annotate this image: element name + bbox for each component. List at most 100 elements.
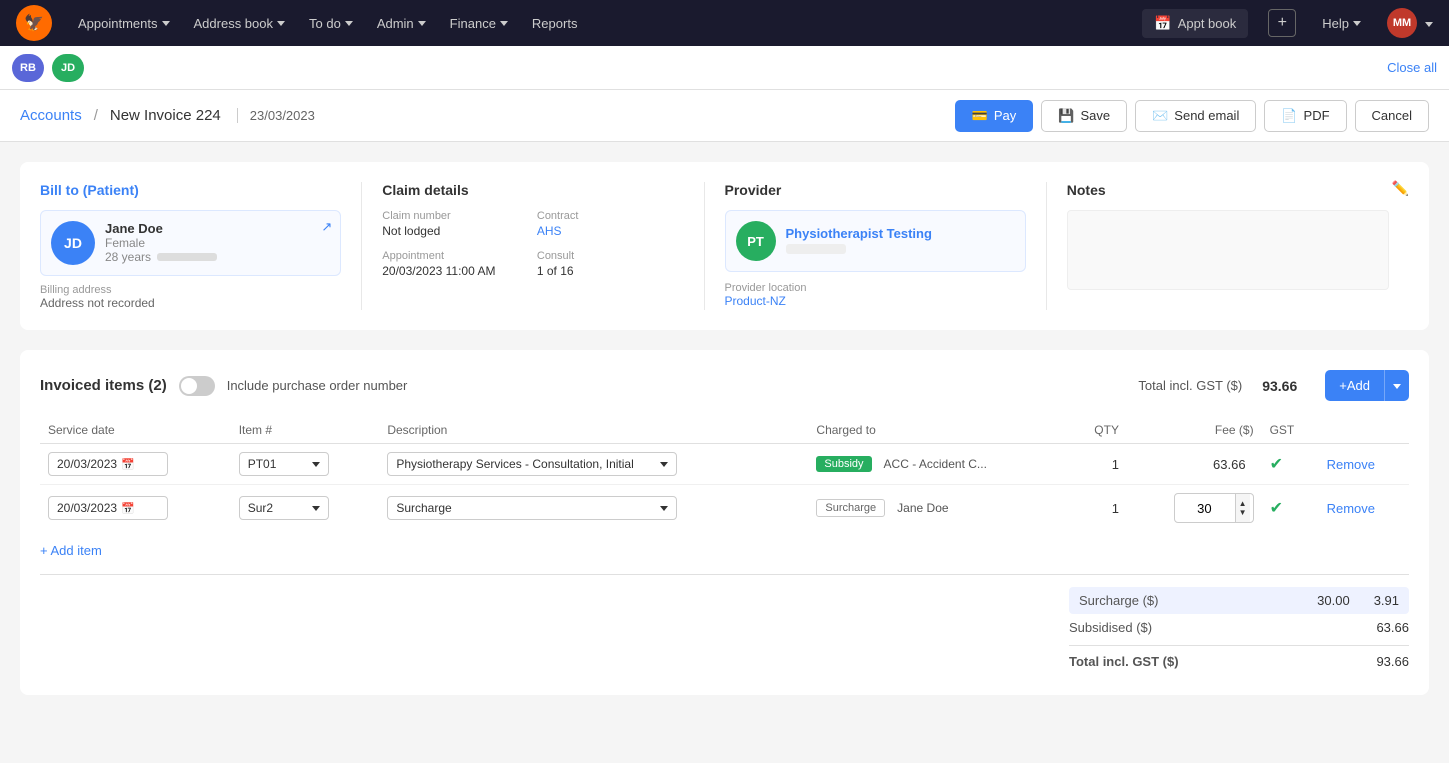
add-item-button[interactable]: + Add item (40, 543, 1409, 558)
chevron-down-icon (345, 21, 353, 26)
tab-jd[interactable]: JD (52, 54, 84, 82)
col-fee: Fee ($) (1127, 417, 1262, 444)
nav-reports[interactable]: Reports (522, 10, 588, 37)
total-label: Total incl. GST ($) (1138, 378, 1242, 393)
remove-button-2[interactable]: Remove (1327, 501, 1375, 516)
main-content: Bill to (Patient) JD Jane Doe Female 28 … (0, 142, 1449, 763)
breadcrumb-separator: / (94, 107, 98, 124)
provider-avatar: PT (736, 221, 776, 261)
qty-2: 1 (1070, 485, 1127, 532)
chevron-down-icon (162, 21, 170, 26)
user-menu-chevron[interactable] (1425, 16, 1433, 31)
item-code-select-1[interactable]: PT01 (239, 452, 329, 476)
nav-appointments[interactable]: Appointments (68, 10, 180, 37)
service-date-input-1[interactable]: 20/03/2023 📅 (48, 452, 168, 476)
total-value: 93.66 (1262, 378, 1297, 394)
surcharge-summary-value: 30.00 (1317, 593, 1350, 608)
info-grid: Bill to (Patient) JD Jane Doe Female 28 … (40, 182, 1409, 310)
consult-field: Consult 1 of 16 (537, 250, 684, 278)
patient-dob (157, 253, 217, 261)
patient-name: Jane Doe (105, 221, 330, 236)
notes-content[interactable] (1067, 210, 1389, 290)
appointment-field: Appointment 20/03/2023 11:00 AM (382, 250, 529, 278)
qty-1: 1 (1070, 444, 1127, 485)
cancel-button[interactable]: Cancel (1355, 100, 1429, 132)
col-description: Description (379, 417, 808, 444)
charged-to-2: Jane Doe (897, 501, 948, 515)
calendar-icon: 📅 (121, 458, 135, 471)
col-item-hash: Item # (231, 417, 380, 444)
remove-button-1[interactable]: Remove (1327, 457, 1375, 472)
logo[interactable]: 🦅 (16, 5, 52, 41)
subsidised-summary-row: Subsidised ($) 63.66 (1069, 614, 1409, 641)
provider-name: Physiotherapist Testing (786, 226, 932, 241)
claim-details-section: Claim details Claim number Not lodged Co… (382, 182, 704, 310)
chevron-down-icon (277, 21, 285, 26)
items-header: Invoiced items (2) Include purchase orde… (40, 370, 1409, 401)
page-header: Accounts / New Invoice 224 23/03/2023 💳 … (0, 90, 1449, 142)
save-button[interactable]: 💾 Save (1041, 100, 1127, 132)
items-title: Invoiced items (2) (40, 377, 167, 394)
add-dropdown-button[interactable] (1384, 370, 1409, 401)
notes-title: Notes (1067, 182, 1389, 198)
chevron-down-icon (1425, 22, 1433, 27)
add-button[interactable]: + Add (1325, 370, 1384, 401)
total-summary-row: Total incl. GST ($) 93.66 (1069, 645, 1409, 675)
surcharge-gst-value: 3.91 (1374, 593, 1399, 608)
billing-address-label: Billing address (40, 284, 341, 296)
chevron-down-icon (660, 506, 668, 511)
provider-location-label: Provider location (725, 282, 1026, 294)
pdf-button[interactable]: 📄 PDF (1264, 100, 1346, 132)
purchase-order-label: Include purchase order number (227, 378, 408, 393)
fee-decrement-2[interactable]: ▼ (1236, 508, 1250, 517)
bill-to-title: Bill to (Patient) (40, 182, 341, 198)
notes-edit-icon[interactable]: ✏️ (1392, 180, 1409, 197)
save-icon: 💾 (1058, 108, 1074, 124)
breadcrumb-accounts[interactable]: Accounts (20, 107, 82, 124)
contract-field: Contract AHS (537, 210, 684, 238)
summary-section: Surcharge ($) 30.00 3.91 Subsidised ($) … (1069, 587, 1409, 675)
page-title: New Invoice 224 (110, 107, 221, 124)
external-link-icon[interactable]: ↗ (321, 219, 332, 235)
fee-increment-2[interactable]: ▲ (1236, 499, 1250, 508)
plus-icon: + (1339, 378, 1347, 393)
table-row: 20/03/2023 📅 Sur2 Surcharge (40, 485, 1409, 532)
tab-rb[interactable]: RB (12, 54, 44, 82)
col-qty: QTY (1070, 417, 1127, 444)
add-button-group: + Add (1325, 370, 1409, 401)
item-code-select-2[interactable]: Sur2 (239, 496, 329, 520)
chevron-down-icon (418, 21, 426, 26)
fee-input-2[interactable] (1175, 497, 1235, 520)
claim-number-value: Not lodged (382, 224, 529, 238)
claim-fields: Claim number Not lodged Contract AHS App… (382, 210, 683, 278)
purchase-order-toggle[interactable] (179, 376, 215, 396)
new-item-button[interactable]: + (1268, 9, 1296, 37)
provider-section: Provider PT Physiotherapist Testing Prov… (725, 182, 1047, 310)
billing-address-value: Address not recorded (40, 296, 341, 310)
nav-address-book[interactable]: Address book (184, 10, 296, 37)
description-select-2[interactable]: Surcharge (387, 496, 677, 520)
gst-check-icon-2: ✔ (1270, 500, 1283, 517)
send-email-button[interactable]: ✉️ Send email (1135, 100, 1256, 132)
description-select-1[interactable]: Physiotherapy Services - Consultation, I… (387, 452, 677, 476)
user-avatar[interactable]: MM (1387, 8, 1417, 38)
nav-to-do[interactable]: To do (299, 10, 363, 37)
help-button[interactable]: Help (1312, 10, 1371, 37)
close-all-button[interactable]: Close all (1387, 60, 1437, 75)
service-date-input-2[interactable]: 20/03/2023 📅 (48, 496, 168, 520)
appointment-value: 20/03/2023 11:00 AM (382, 264, 529, 278)
surcharge-badge: Surcharge (816, 499, 885, 517)
nav-finance[interactable]: Finance (440, 10, 518, 37)
gst-check-icon-1: ✔ (1270, 456, 1283, 473)
invoice-table: Service date Item # Description Charged … (40, 417, 1409, 531)
pay-button[interactable]: 💳 Pay (955, 100, 1034, 132)
add-btn-group: + Add (1325, 370, 1409, 401)
info-card: Bill to (Patient) JD Jane Doe Female 28 … (20, 162, 1429, 330)
surcharge-summary-label: Surcharge ($) (1079, 593, 1158, 608)
appt-book-button[interactable]: 📅 Appt book (1142, 9, 1248, 38)
subsidised-value: 63.66 (1376, 620, 1409, 635)
nav-admin[interactable]: Admin (367, 10, 436, 37)
patient-avatar: JD (51, 221, 95, 265)
chevron-down-icon (312, 506, 320, 511)
col-service-date: Service date (40, 417, 231, 444)
